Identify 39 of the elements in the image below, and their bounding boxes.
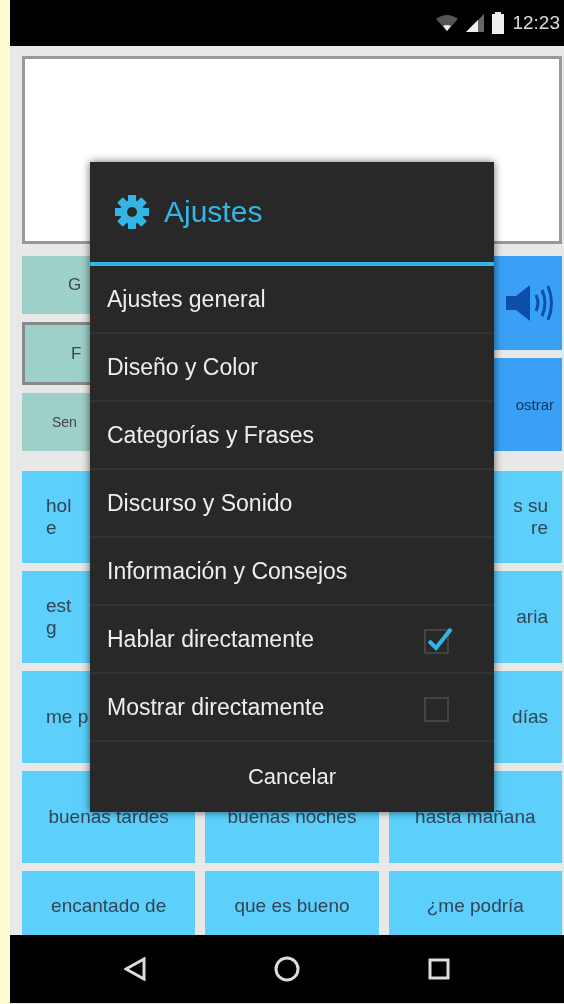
menu-item[interactable]: Mostrar directamente (90, 674, 494, 742)
phrase-tile[interactable]: ¿me podría (388, 871, 562, 935)
menu-item-label: Mostrar directamente (107, 693, 325, 721)
menu-item-label: Hablar directamente (107, 625, 315, 653)
phrase-text: est (46, 595, 72, 617)
phrase-text: ¿me podría (426, 895, 524, 917)
menu-item-label: Categorías y Frases (107, 421, 315, 449)
recents-icon[interactable] (428, 958, 450, 980)
phrase-tile[interactable]: que es bueno (205, 871, 379, 935)
menu-item[interactable]: Hablar directamente (90, 606, 494, 674)
clock-text: 12:23 (512, 12, 560, 34)
phrase-text: hol (46, 495, 72, 517)
menu-item-label: Discurso y Sonido (107, 489, 293, 517)
dialog-title: Ajustes (164, 195, 263, 229)
phrase-text: aria (516, 606, 548, 628)
battery-icon (492, 12, 505, 34)
menu-item-label: Diseño y Color (107, 353, 258, 381)
phrase-text: días (512, 706, 548, 728)
home-icon[interactable] (274, 956, 300, 982)
menu-item[interactable]: Ajustes general (90, 266, 494, 334)
wifi-icon (436, 15, 459, 31)
phrase-tile[interactable]: encantado de (22, 871, 196, 935)
menu-item[interactable]: Información y Consejos (90, 538, 494, 606)
phrase-text: encantado de (51, 895, 167, 917)
menu-item[interactable]: Categorías y Frases (90, 402, 494, 470)
phrase-text: g (46, 617, 57, 639)
menu-item[interactable]: Diseño y Color (90, 334, 494, 402)
settings-icon (114, 194, 150, 230)
signal-icon (466, 14, 485, 32)
phrase-text: re (531, 517, 548, 539)
phrase-text: me p (46, 706, 89, 728)
menu-item-label: Ajustes general (107, 285, 266, 313)
phrase-text: que es bueno (234, 895, 350, 917)
back-icon[interactable] (124, 957, 146, 981)
phrase-text: e (46, 517, 57, 539)
menu-item[interactable]: Discurso y Sonido (90, 470, 494, 538)
speaker-icon (504, 282, 554, 323)
menu-item-label: Información y Consejos (107, 557, 348, 585)
phrase-text: s su (513, 495, 548, 517)
